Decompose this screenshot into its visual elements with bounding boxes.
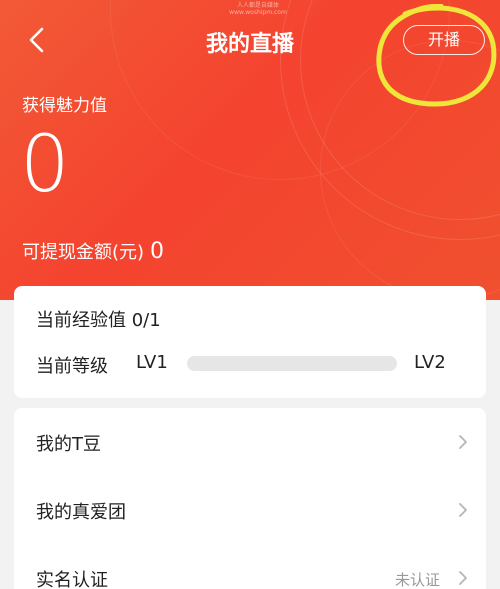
withdraw-amount: 可提现金额(元) 0 <box>22 238 164 264</box>
watermark: 人人都是自媒体 www.woshipm.com <box>228 2 288 16</box>
verification-status: 未认证 <box>394 571 440 589</box>
chevron-right-icon <box>459 503 467 517</box>
withdraw-label: 可提现金额(元) <box>22 242 145 263</box>
menu-item-verification[interactable]: 实名认证 未认证 <box>14 544 486 589</box>
level-progress-bar <box>187 356 397 371</box>
current-level: LV1 <box>136 352 168 373</box>
charm-value: 0 <box>20 120 70 210</box>
experience-card: 当前经验值 0/1 当前等级 LV1 LV2 <box>14 286 486 398</box>
watermark-line: 人人都是自媒体 <box>236 2 279 9</box>
menu-item-label: 实名认证 <box>36 570 108 589</box>
withdraw-value: 0 <box>150 239 165 264</box>
profile-header: 人人都是自媒体 www.woshipm.com 我的直播 开播 获得魅力值 0 … <box>0 0 500 300</box>
menu-item-fan-club[interactable]: 我的真爱团 <box>14 476 486 544</box>
start-live-button[interactable]: 开播 <box>403 25 485 55</box>
menu-item-t-beans[interactable]: 我的T豆 <box>14 408 486 476</box>
charm-label: 获得魅力值 <box>22 96 107 116</box>
next-level: LV2 <box>414 352 446 373</box>
chevron-right-icon <box>459 435 467 449</box>
experience-value: 当前经验值 0/1 <box>36 310 161 331</box>
menu-item-label: 我的真爱团 <box>36 502 126 523</box>
menu-item-label: 我的T豆 <box>36 434 101 455</box>
level-label: 当前等级 <box>36 356 108 377</box>
chevron-right-icon <box>459 571 467 585</box>
menu-card: 我的T豆 我的真爱团 实名认证 未认证 <box>14 408 486 589</box>
watermark-line: www.woshipm.com <box>229 9 287 16</box>
